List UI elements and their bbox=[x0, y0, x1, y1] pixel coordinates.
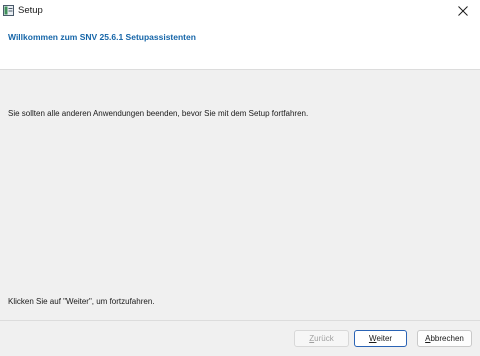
back-button-label: urück bbox=[314, 334, 334, 343]
next-button-accesskey: W bbox=[368, 334, 377, 343]
page-title: Willkommen zum SNV 25.6.1 Setupassistent… bbox=[8, 32, 196, 42]
next-button-label: eiter bbox=[376, 334, 393, 343]
continue-hint-text: Klicken Sie auf "Weiter", um fortzufahre… bbox=[8, 297, 155, 306]
intro-text: Sie sollten alle anderen Anwendungen bee… bbox=[8, 109, 309, 118]
footer-divider bbox=[0, 320, 480, 321]
window-title: Setup bbox=[18, 5, 43, 16]
close-icon bbox=[458, 6, 468, 18]
close-button[interactable] bbox=[446, 0, 480, 24]
header-panel: Willkommen zum SNV 25.6.1 Setupassistent… bbox=[0, 24, 480, 70]
installer-icon bbox=[3, 5, 14, 16]
title-bar: Setup bbox=[0, 0, 480, 24]
back-button[interactable]: Zurück bbox=[294, 330, 349, 347]
cancel-button[interactable]: Abbrechen bbox=[417, 330, 472, 347]
cancel-button-label: bbrechen bbox=[430, 334, 464, 343]
setup-window: Setup Willkommen zum SNV 25.6.1 Setupass… bbox=[0, 0, 480, 356]
next-button[interactable]: Weiter bbox=[354, 330, 407, 347]
